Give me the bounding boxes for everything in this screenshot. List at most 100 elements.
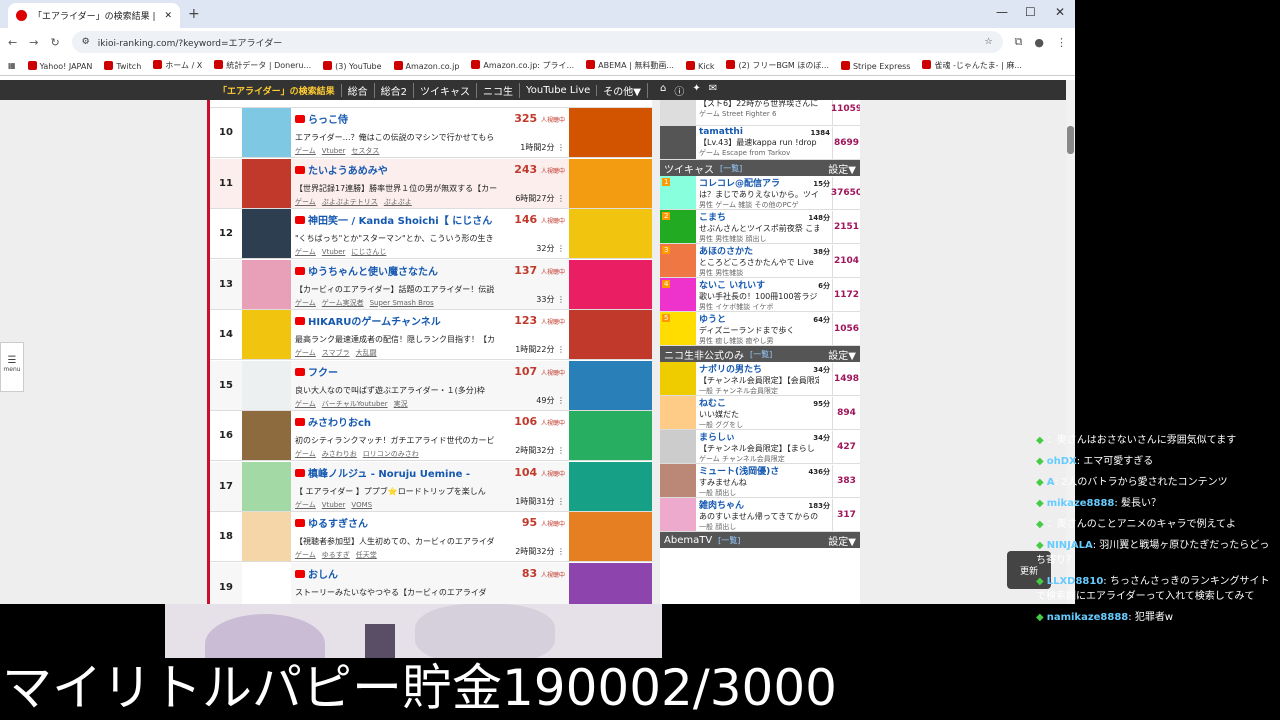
maximize-icon[interactable]: ☐ [1025, 5, 1036, 19]
stream-description[interactable]: 最高ランク最速達成者の配信！隠しランク目指す！【カ [295, 334, 500, 345]
side-list-item[interactable]: 1 コレコレ@配信アラ は？まじでありえないから。ツイキ 男性 ゲーム 雑談 その他の… [660, 176, 860, 210]
streamer-avatar[interactable] [242, 512, 291, 561]
side-avatar[interactable] [660, 100, 696, 125]
side-list-item[interactable]: 2 こまち せぶんさんとツイスポ前夜祭 こまち 男性 男性雑談 顔出し 148分 2151 [660, 210, 860, 244]
minimize-icon[interactable]: — [996, 5, 1008, 19]
mail-icon[interactable]: ✉ [709, 83, 717, 98]
side-desc[interactable]: 【チャンネル会員限定】【まらし [699, 443, 819, 454]
streamer-avatar[interactable] [242, 360, 291, 410]
avatar[interactable] [242, 100, 291, 107]
bookmark-item[interactable]: 雀魂 -じゃんたま- | 麻... [922, 60, 1022, 71]
side-name[interactable]: あほのさかた [699, 244, 832, 257]
tag-link[interactable]: ゲーム [295, 248, 316, 256]
more-menu-icon[interactable]: ⋮ [1056, 36, 1067, 49]
tag-link[interactable]: ゲーム [295, 147, 316, 155]
table-row[interactable]: 16 みさわりおch 106 人視聴中 初のシティランクマッチ！ガチエアライド世代のカ… [210, 411, 652, 461]
streamer-avatar[interactable] [242, 209, 291, 258]
table-row[interactable]: 10 らっこ侍 325 人視聴中 エアライダー…？俺はこの伝説のマシンで行かせてもらゲ… [210, 108, 652, 158]
bookmark-star-icon[interactable]: ☆ [984, 37, 992, 47]
streamer-avatar[interactable] [242, 562, 291, 604]
streamer-name[interactable]: みさわりおch [295, 414, 495, 429]
twitter-icon[interactable]: ✦ [692, 83, 700, 98]
section-list-link[interactable]: [一覧] [718, 535, 740, 546]
side-list-item[interactable]: ナポリの男たち 【チャンネル会員限定】【会員限定】 一般 チャンネル会員限定 34分 1… [660, 362, 860, 396]
streamer-name[interactable]: HIKARUのゲームチャンネル [295, 313, 495, 328]
table-row[interactable]: 11 たいようあめみや 243 人視聴中 【世界記録17連勝】勝率世界１位の男が無双す… [210, 158, 652, 209]
tag-link[interactable]: ゲーム [295, 551, 316, 559]
tag-link[interactable]: ゆるすぎ [322, 551, 350, 559]
side-list-item[interactable]: tamatthi 【Lv.43】最速kappa run !drop ゲーム Esca… [660, 126, 860, 160]
side-list-item[interactable]: 3 あほのさかた ところどころさかたんやで Live 男性 男性雑談 38分 2104 [660, 244, 860, 278]
extensions-icon[interactable]: ⧉ [1015, 35, 1023, 49]
side-list-item[interactable]: まらしぃ 【チャンネル会員限定】【まらし ゲーム チャンネル会員限定 34分 427 [660, 430, 860, 464]
stream-description[interactable]: 【 エアライダー 】ププブ⭐ロードトリップを楽しん [295, 486, 500, 497]
tag-link[interactable]: Super Smash Bros [370, 299, 434, 307]
stream-thumbnail[interactable] [569, 512, 652, 561]
streamer-avatar[interactable] [242, 108, 291, 157]
bookmark-item[interactable]: Amazon.co.jp: プライ... [471, 60, 574, 71]
side-name[interactable]: ナポリの男たち [699, 362, 832, 375]
side-desc[interactable]: 【Lv.43】最速kappa run !drop [699, 137, 819, 148]
apps-grid-icon[interactable]: ▦ [8, 61, 16, 70]
new-tab-icon[interactable]: + [188, 6, 200, 22]
section-list-link[interactable]: [一覧] [750, 349, 772, 360]
site-info-icon[interactable]: ⚙ [82, 37, 90, 47]
site-nav-item[interactable]: ツイキャス [414, 82, 478, 98]
streamer-avatar[interactable] [242, 411, 291, 460]
stream-thumbnail[interactable] [569, 158, 652, 208]
stream-description[interactable]: 【世界記録17連勝】勝率世界１位の男が無双する【カー [295, 183, 500, 194]
bookmark-item[interactable]: Stripe Express [840, 60, 910, 71]
bookmark-item[interactable]: 統計データ | Doneru... [214, 60, 311, 71]
side-avatar[interactable] [660, 464, 696, 497]
url-field[interactable]: ⚙ ikioi-ranking.com/?keyword=エアライダー ☆ [71, 31, 1003, 53]
site-nav-item[interactable]: YouTube Live [520, 84, 598, 96]
table-row[interactable]: 14 HIKARUのゲームチャンネル 123 人視聴中 最高ランク最速達成者の配信！隠… [210, 310, 652, 360]
side-desc[interactable]: ディズニーランドまで歩く [699, 325, 819, 336]
table-row[interactable]: ゲーム [210, 100, 652, 108]
table-row[interactable]: 13 ゆうちゃんと使い魔さなたん 137 人視聴中 【カービィのエアライダー】話題のエ… [210, 259, 652, 310]
forward-icon[interactable]: → [29, 36, 38, 49]
tag-link[interactable]: ぷよぷよ [384, 198, 412, 206]
side-list-item[interactable]: 5 ゆうと ディズニーランドまで歩く 男性 癒し雑談 癒やし男 64分 1056 [660, 312, 860, 346]
site-nav-item[interactable]: 総合2 [375, 82, 415, 98]
table-row[interactable]: 12 神田笑一 / Kanda Shoichi【 にじさん 146 人視聴中 "くちば… [210, 209, 652, 259]
side-avatar[interactable] [660, 498, 696, 531]
tag-link[interactable]: ゲーム [295, 349, 316, 357]
streamer-name[interactable]: 槙峰ノルジュ - Noruju Uemine - [295, 465, 495, 480]
stream-thumbnail[interactable] [569, 360, 652, 410]
stream-description[interactable]: 初のシティランクマッチ！ガチエアライド世代のカービ [295, 435, 500, 446]
bookmark-item[interactable]: (2) フリーBGM ほのぼ... [726, 60, 829, 71]
stream-thumbnail[interactable] [569, 562, 652, 604]
side-desc[interactable]: ところどころさかたんやで Live [699, 257, 819, 268]
table-row[interactable]: 18 ゆるすぎさん 95 人視聴中 【視聴者参加型】人生初めての、カービィのエアライダ… [210, 512, 652, 562]
section-settings[interactable]: 設定▼ [828, 347, 856, 362]
tag-link[interactable]: ゲーム [295, 450, 316, 458]
side-name[interactable]: コレコレ@配信アラ [699, 176, 832, 189]
side-desc[interactable]: 【スト6】22時から世界埃さんにコ [699, 100, 819, 109]
side-desc[interactable]: せぶんさんとツイスポ前夜祭 こまち [699, 223, 819, 234]
side-avatar[interactable] [660, 396, 696, 429]
streamer-avatar[interactable] [242, 259, 291, 309]
side-desc[interactable]: すみませんね [699, 477, 819, 488]
stream-thumbnail[interactable] [569, 310, 652, 359]
section-settings[interactable]: 設定▼ [828, 533, 856, 548]
stream-thumbnail[interactable] [569, 411, 652, 460]
streamer-name[interactable]: 神田笑一 / Kanda Shoichi【 にじさん [295, 212, 495, 227]
tag-link[interactable]: Vtuber [322, 501, 346, 509]
side-avatar[interactable] [660, 126, 696, 159]
side-list-item[interactable]: ミュート(浅岡優)さ すみませんね 一般 顔出し 436分 383 [660, 464, 860, 498]
stream-description[interactable]: "くちばっち"とか"スターマン"とか、こういう形の生き [295, 233, 500, 244]
site-nav-item[interactable]: 総合 [342, 82, 375, 98]
tag-link[interactable]: VOMS [351, 501, 372, 509]
tag-link[interactable]: ぷよぷよテトリス [322, 198, 378, 206]
bookmark-item[interactable]: ホーム / X [153, 60, 202, 71]
section-list-link[interactable]: [一覧] [720, 163, 742, 174]
tag-link[interactable]: バーチャルYoutuber [322, 400, 388, 408]
side-name[interactable]: ゆうと [699, 312, 832, 325]
tag-link[interactable]: スマブラ [322, 349, 350, 357]
side-list-item[interactable]: 4 ないこ いれいす 歌い手社長の！100冊100答ラジ 男性 イケボ雑談 イケボ 6分… [660, 278, 860, 312]
table-row[interactable]: 17 槙峰ノルジュ - Noruju Uemine - 104 人視聴中【 エアライ… [210, 461, 652, 512]
side-desc[interactable]: いい媒だた [699, 409, 819, 420]
tag-link[interactable]: Vtuber [322, 147, 346, 155]
table-row[interactable]: 15 フクー 107 人視聴中 良い大人なので叫ばず遊ぶエアライダー・１(多分)枠 ゲー… [210, 360, 652, 411]
